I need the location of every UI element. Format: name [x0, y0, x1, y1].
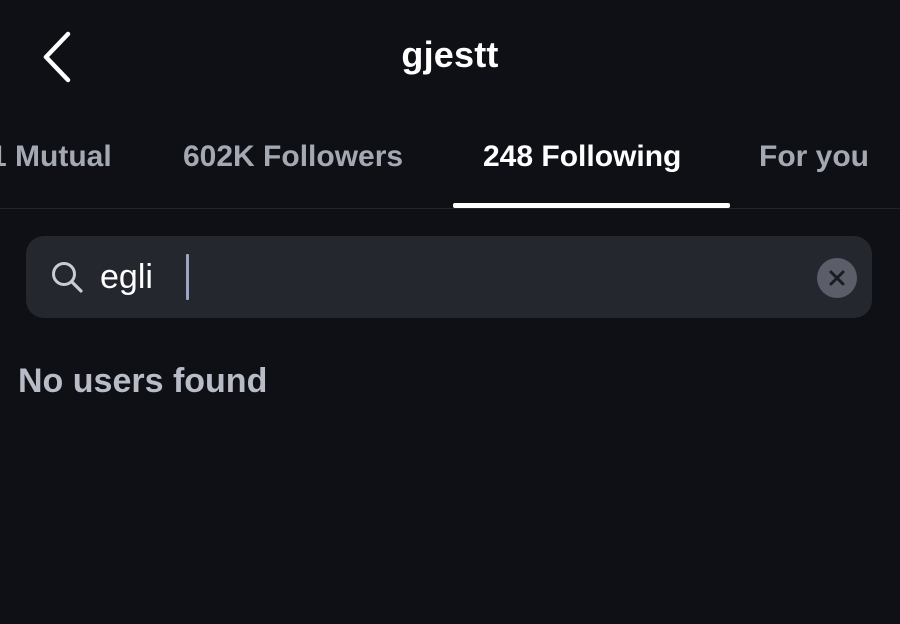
tab-for-you[interactable]: For you: [759, 140, 869, 174]
clear-search-button[interactable]: [817, 258, 857, 298]
close-icon: [829, 270, 845, 286]
profile-username-title: gjestt: [401, 34, 499, 75]
tab-mutual[interactable]: 1 Mutual: [0, 140, 112, 174]
tab-following[interactable]: 248 Following: [483, 140, 681, 174]
text-cursor: [186, 254, 189, 300]
no-results-message: No users found: [18, 362, 268, 400]
search-bar[interactable]: [26, 236, 872, 318]
tabs-divider: [0, 208, 900, 209]
follow-tabs: 1 Mutual 602K Followers 248 Following Fo…: [0, 120, 900, 208]
search-icon: [52, 262, 83, 293]
search-input[interactable]: [100, 252, 780, 302]
following-list-screen: gjestt 1 Mutual 602K Followers 248 Follo…: [0, 0, 900, 624]
tab-followers[interactable]: 602K Followers: [183, 140, 403, 174]
